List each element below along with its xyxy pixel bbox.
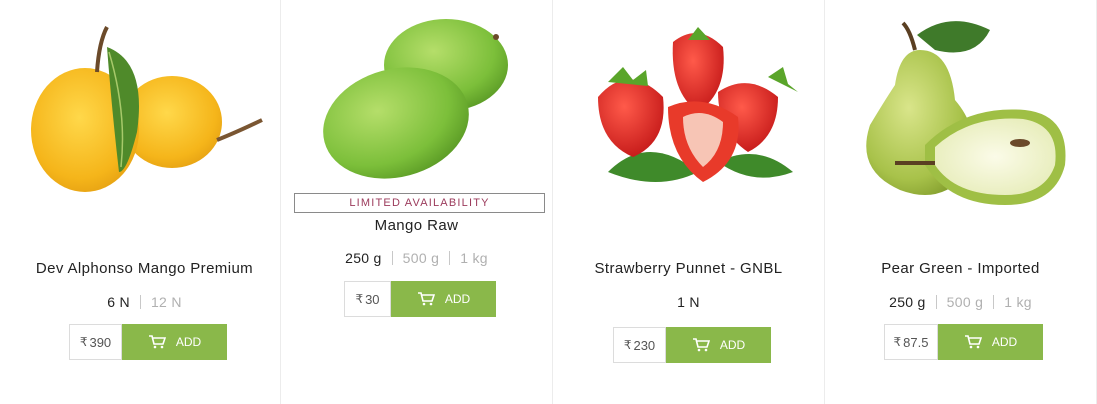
product-name[interactable]: Dev Alphonso Mango Premium — [9, 260, 280, 277]
cart-icon — [417, 292, 435, 306]
price-box: ₹30 — [344, 281, 391, 317]
price-value: 87.5 — [903, 334, 929, 350]
add-label: ADD — [991, 335, 1018, 349]
buy-box: ₹390 ADD — [69, 324, 227, 360]
limited-availability-badge: LIMITED AVAILABILITY — [294, 193, 545, 213]
price-box: ₹87.5 — [884, 324, 938, 360]
size-selector: 250 g 500 g 1 kg — [281, 250, 552, 266]
size-option[interactable]: 1 kg — [450, 250, 498, 266]
rupee-symbol: ₹ — [355, 292, 364, 306]
add-to-cart-button[interactable]: ADD — [391, 281, 496, 317]
price-value: 230 — [633, 337, 656, 353]
add-label: ADD — [719, 338, 746, 352]
size-selector: 6 N 12 N — [9, 294, 280, 310]
size-option[interactable]: 250 g — [335, 250, 392, 266]
rupee-symbol: ₹ — [79, 335, 88, 349]
size-option[interactable]: 250 g — [879, 294, 936, 310]
size-option[interactable]: 500 g — [937, 294, 994, 310]
add-to-cart-button[interactable]: ADD — [122, 324, 227, 360]
size-option[interactable]: 12 N — [141, 294, 192, 310]
product-name[interactable]: Strawberry Punnet - GNBL — [553, 260, 824, 277]
raw-mango-image[interactable] — [316, 15, 516, 185]
add-to-cart-button[interactable]: ADD — [666, 327, 771, 363]
green-pear-image[interactable] — [855, 15, 1075, 215]
price-box: ₹390 — [69, 324, 122, 360]
product-card: Dev Alphonso Mango Premium 6 N 12 N ₹390… — [9, 0, 281, 404]
rupee-symbol: ₹ — [623, 338, 632, 352]
buy-box: ₹30 ADD — [344, 281, 496, 317]
price-value: 390 — [89, 334, 112, 350]
buy-box: ₹230 ADD — [613, 327, 771, 363]
alphonso-mango-image[interactable] — [27, 22, 267, 197]
product-name[interactable]: Mango Raw — [281, 217, 552, 234]
size-option[interactable]: 500 g — [393, 250, 450, 266]
rupee-symbol: ₹ — [893, 335, 902, 349]
size-selector: 250 g 500 g 1 kg — [825, 294, 1096, 310]
product-name[interactable]: Pear Green - Imported — [825, 260, 1096, 277]
price-value: 30 — [365, 291, 380, 307]
add-label: ADD — [175, 335, 202, 349]
cart-icon — [964, 335, 982, 349]
size-option[interactable]: 1 kg — [994, 294, 1042, 310]
product-grid: Dev Alphonso Mango Premium 6 N 12 N ₹390… — [0, 0, 1097, 404]
buy-box: ₹87.5 ADD — [884, 324, 1043, 360]
product-card: LIMITED AVAILABILITY Mango Raw 250 g 500… — [281, 0, 553, 404]
product-card: Strawberry Punnet - GNBL 1 N ₹230 ADD — [553, 0, 825, 404]
cart-icon — [148, 335, 166, 349]
price-box: ₹230 — [613, 327, 666, 363]
add-to-cart-button[interactable]: ADD — [938, 324, 1043, 360]
size-option[interactable]: 6 N — [97, 294, 140, 310]
size-option[interactable]: 1 N — [667, 294, 710, 310]
strawberry-image[interactable] — [578, 22, 808, 197]
product-card: Pear Green - Imported 250 g 500 g 1 kg ₹… — [825, 0, 1097, 404]
size-selector: 1 N — [553, 294, 824, 310]
add-label: ADD — [444, 292, 471, 306]
cart-icon — [692, 338, 710, 352]
